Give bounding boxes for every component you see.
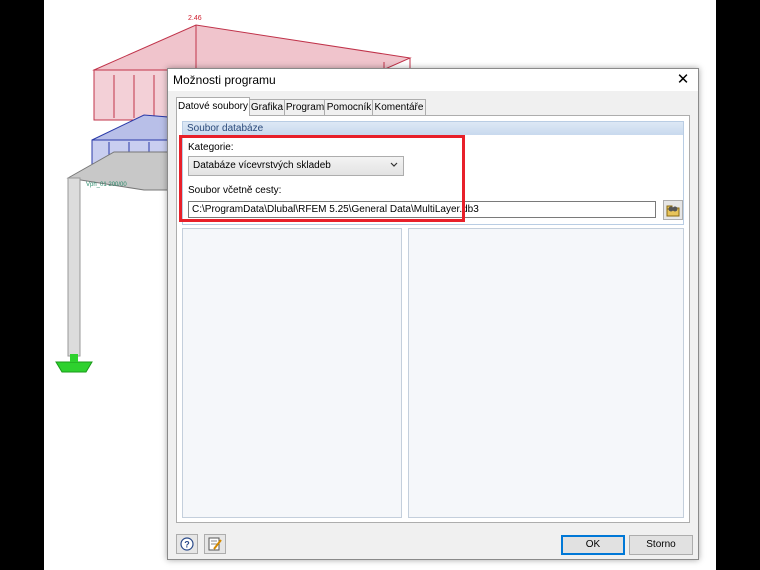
tab-graphics[interactable]: Grafika	[248, 99, 286, 115]
tab-data-files[interactable]: Datové soubory	[176, 97, 250, 116]
file-path-input[interactable]: C:\ProgramData\Dlubal\RFEM 5.25\General …	[188, 201, 656, 218]
tab-label: Datové soubory	[177, 101, 249, 112]
tab-label: Program	[285, 102, 325, 113]
cancel-button[interactable]: Storno	[629, 535, 693, 555]
path-label: Soubor včetně cesty:	[188, 185, 282, 196]
browse-folder-icon	[666, 205, 680, 217]
dialog-title: Možnosti programu	[173, 73, 276, 87]
database-file-group: Soubor databáze Kategorie: Databáze více…	[182, 121, 684, 225]
ok-button[interactable]: OK	[561, 535, 625, 555]
tab-comments[interactable]: Komentáře	[372, 99, 426, 115]
category-value: Databáze vícevrstvých skladeb	[193, 160, 331, 171]
tab-panel-data-files: Soubor databáze Kategorie: Databáze více…	[176, 115, 690, 523]
svg-text:?: ?	[184, 540, 190, 550]
file-path-value: C:\ProgramData\Dlubal\RFEM 5.25\General …	[192, 204, 479, 215]
support	[55, 361, 93, 373]
dialog-button-bar: ? OK Storno	[168, 527, 698, 559]
column	[67, 177, 81, 357]
help-icon: ?	[180, 537, 194, 551]
tab-label: Komentáře	[374, 102, 424, 113]
tab-program[interactable]: Program	[284, 99, 326, 115]
edit-note-button[interactable]	[204, 534, 226, 554]
left-list-panel	[182, 228, 402, 518]
tab-label: Grafika	[250, 102, 284, 113]
category-label: Kategorie:	[188, 142, 234, 153]
help-button[interactable]: ?	[176, 534, 198, 554]
category-select[interactable]: Databáze vícevrstvých skladeb	[188, 156, 404, 176]
member-label: Vph_01 200/00	[86, 182, 127, 188]
load-value-label: 2.46	[188, 15, 202, 22]
chevron-down-icon	[390, 162, 398, 167]
group-title: Soubor databáze	[187, 123, 264, 134]
close-icon[interactable]: ✕	[668, 69, 698, 91]
program-options-dialog: Možnosti programu ✕ Datové soubory Grafi…	[167, 68, 699, 560]
browse-button[interactable]	[663, 200, 683, 220]
right-list-panel	[408, 228, 684, 518]
tab-helper[interactable]: Pomocník	[324, 99, 374, 115]
edit-note-icon	[208, 537, 222, 551]
tab-label: Pomocník	[326, 102, 372, 113]
group-header: Soubor databáze	[183, 122, 683, 135]
dialog-titlebar: Možnosti programu ✕	[168, 69, 698, 91]
